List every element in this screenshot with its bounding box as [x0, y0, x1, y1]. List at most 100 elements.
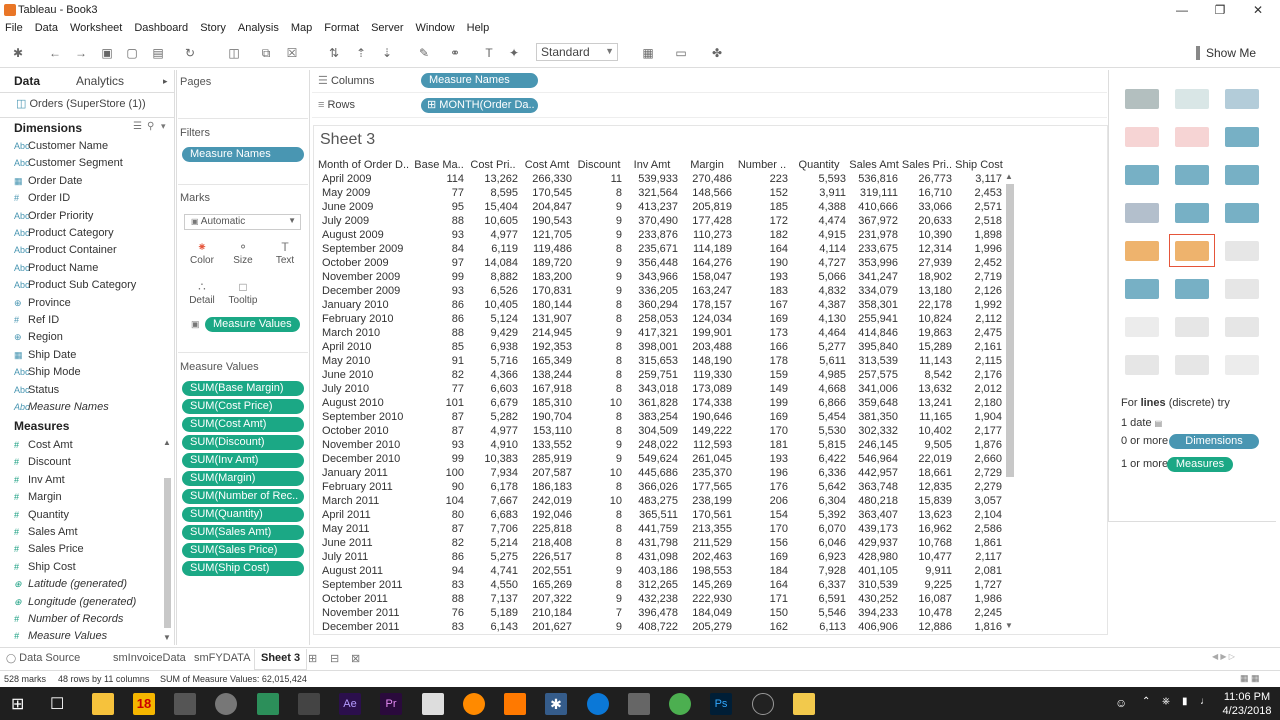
- measure-value-pill[interactable]: SUM(Sales Price): [182, 543, 304, 558]
- scroll-up-icon[interactable]: ▲: [1005, 172, 1013, 181]
- column-header[interactable]: Sales Amt: [848, 157, 900, 172]
- measure-field[interactable]: # Sales Amt: [14, 524, 78, 541]
- table-row[interactable]: July 2010 77 6,603 167,918 8 343,018 173,089 14…: [318, 382, 1004, 396]
- scrollbar-thumb[interactable]: [1006, 184, 1014, 477]
- new-worksheet-icon[interactable]: ◫: [226, 46, 242, 60]
- photoshop-icon[interactable]: Ps: [710, 693, 732, 715]
- view-mode-icon[interactable]: ▦ ▦: [1240, 673, 1260, 684]
- measure-field[interactable]: # Number of Records: [14, 611, 123, 628]
- dimension-field[interactable]: AbcCustomer Segment: [14, 155, 123, 172]
- measure-field[interactable]: # Sales Price: [14, 541, 84, 558]
- columns-pill[interactable]: Measure Names: [421, 73, 538, 88]
- table-row[interactable]: November 2011 76 5,189 210,184 7 396,478 184,0…: [318, 606, 1004, 620]
- duplicate-sheet-icon[interactable]: ⧉: [258, 46, 274, 60]
- column-header[interactable]: Margin: [680, 157, 734, 172]
- measure-field[interactable]: # Quantity: [14, 507, 69, 524]
- menu-server[interactable]: Server: [366, 20, 410, 36]
- redo-icon[interactable]: →: [73, 46, 89, 60]
- refresh-icon[interactable]: ↻: [182, 46, 198, 60]
- column-header[interactable]: Inv Amt: [624, 157, 680, 172]
- table-row[interactable]: May 2009 77 8,595 170,545 8 321,564 148,566 152…: [318, 186, 1004, 200]
- measure-value-pill[interactable]: SUM(Number of Rec..: [182, 489, 304, 504]
- share-icon[interactable]: ✤: [709, 46, 725, 60]
- new-story-icon[interactable]: ⊠: [351, 652, 360, 665]
- show-cards-icon[interactable]: ▦: [640, 46, 656, 60]
- measure-value-pill[interactable]: SUM(Sales Amt): [182, 525, 304, 540]
- store-app-icon[interactable]: [92, 693, 114, 715]
- f-app-icon[interactable]: [257, 693, 279, 715]
- chrome-icon[interactable]: [669, 693, 691, 715]
- menu-map[interactable]: Map: [286, 20, 319, 36]
- task-view-icon[interactable]: ☐: [50, 694, 64, 714]
- show-labels-icon[interactable]: T: [481, 46, 497, 60]
- table-row[interactable]: April 2011 80 6,683 192,046 8 365,511 170,561 1…: [318, 508, 1004, 522]
- chart-type-treemap[interactable]: [1119, 196, 1165, 229]
- menu-dashboard[interactable]: Dashboard: [129, 20, 195, 36]
- measure-value-pill[interactable]: SUM(Cost Amt): [182, 417, 304, 432]
- chart-type-dual-combination[interactable]: [1219, 272, 1265, 305]
- dimension-field[interactable]: AbcProduct Category: [14, 225, 114, 242]
- menu-worksheet[interactable]: Worksheet: [65, 20, 129, 36]
- tab-sheet-sminvoicedata[interactable]: smInvoiceData: [113, 652, 186, 664]
- browser-app-icon[interactable]: [215, 693, 237, 715]
- tab-analytics[interactable]: Analytics: [76, 70, 124, 92]
- measure-value-pill[interactable]: SUM(Margin): [182, 471, 304, 486]
- chart-type-line-continuous[interactable]: [1119, 234, 1165, 267]
- dimension-field[interactable]: AbcMeasure Names: [14, 399, 109, 416]
- dimension-field[interactable]: ⊕ Region: [14, 329, 63, 346]
- premiere-icon[interactable]: Pr: [380, 693, 402, 715]
- table-row[interactable]: September 2011 83 4,550 165,269 8 312,265 145,…: [318, 578, 1004, 592]
- table-row[interactable]: December 2011 83 6,143 201,627 9 408,722 205,2…: [318, 620, 1004, 634]
- table-row[interactable]: April 2010 85 6,938 192,353 8 398,001 203,488 1…: [318, 340, 1004, 354]
- text-button[interactable]: T Text: [267, 239, 303, 271]
- chart-type-area-continuous[interactable]: [1119, 272, 1165, 305]
- fit-dropdown[interactable]: Standard ▼: [536, 43, 618, 61]
- table-row[interactable]: January 2010 86 10,405 180,144 8 360,294 178,1…: [318, 298, 1004, 312]
- detail-button[interactable]: ∴ Detail: [184, 279, 220, 311]
- maximize-icon[interactable]: ❐: [1206, 2, 1234, 18]
- scrollbar-thumb[interactable]: [164, 478, 171, 628]
- tab-sheet-smfydata[interactable]: smFYDATA: [194, 652, 250, 664]
- view-options-icon[interactable]: ☰: [133, 121, 142, 132]
- sort-ascending-icon[interactable]: ⇡: [353, 46, 369, 60]
- people-icon[interactable]: ☺: [1115, 696, 1127, 710]
- firefox-icon[interactable]: [463, 693, 485, 715]
- new-dashboard-icon[interactable]: ⊟: [330, 652, 339, 665]
- column-header[interactable]: Month of Order D..: [318, 157, 412, 172]
- undo-icon[interactable]: ←: [47, 46, 63, 60]
- chart-type-filled-map[interactable]: [1169, 120, 1215, 153]
- column-header[interactable]: Number ..: [734, 157, 790, 172]
- chart-type-line-discrete[interactable]: [1169, 234, 1215, 267]
- table-row[interactable]: June 2009 95 15,404 204,847 9 413,237 205,819 1…: [318, 200, 1004, 214]
- table-row[interactable]: November 2009 99 8,882 183,200 9 343,966 158,0…: [318, 270, 1004, 284]
- chart-type-stacked-bar[interactable]: [1169, 158, 1215, 191]
- chart-type-box-whisker[interactable]: [1219, 310, 1265, 343]
- dimension-field[interactable]: AbcOrder Priority: [14, 208, 93, 225]
- dimension-field[interactable]: # Ref ID: [14, 312, 59, 329]
- file-explorer-icon[interactable]: [793, 693, 815, 715]
- scroll-up-icon[interactable]: ▲: [163, 438, 171, 447]
- measure-value-pill[interactable]: SUM(Inv Amt): [182, 453, 304, 468]
- measure-value-pill[interactable]: SUM(Discount): [182, 435, 304, 450]
- tab-sheet-3[interactable]: Sheet 3: [254, 649, 308, 670]
- column-header[interactable]: Ship Cost: [954, 157, 1004, 172]
- table-row[interactable]: March 2010 88 9,429 214,945 9 417,321 199,901 1…: [318, 326, 1004, 340]
- dimension-field[interactable]: AbcShip Mode: [14, 364, 81, 381]
- measure-field[interactable]: ⊕ Longitude (generated): [14, 594, 136, 611]
- media-app-icon[interactable]: [298, 693, 320, 715]
- menu-analysis[interactable]: Analysis: [233, 20, 286, 36]
- tool-app-icon[interactable]: [174, 693, 196, 715]
- text-table[interactable]: Month of Order D.. Base Ma.. Cost Pri.. Cos…: [318, 157, 1004, 634]
- menu-window[interactable]: Window: [411, 20, 462, 36]
- table-row[interactable]: May 2010 91 5,716 165,349 8 315,653 148,190 178…: [318, 354, 1004, 368]
- app-icon[interactable]: [628, 693, 650, 715]
- pause-updates-icon[interactable]: ▤: [150, 46, 166, 60]
- chart-type-highlight-table[interactable]: [1219, 82, 1265, 115]
- scroll-down-icon[interactable]: ▼: [163, 633, 171, 642]
- chart-type-text-table[interactable]: [1119, 82, 1165, 115]
- save-icon[interactable]: ▣: [99, 46, 115, 60]
- dimension-field[interactable]: # Order ID: [14, 190, 70, 207]
- sheet-title[interactable]: Sheet 3: [320, 131, 375, 149]
- measure-field[interactable]: ⊕ Latitude (generated): [14, 576, 127, 593]
- mail-icon[interactable]: [422, 693, 444, 715]
